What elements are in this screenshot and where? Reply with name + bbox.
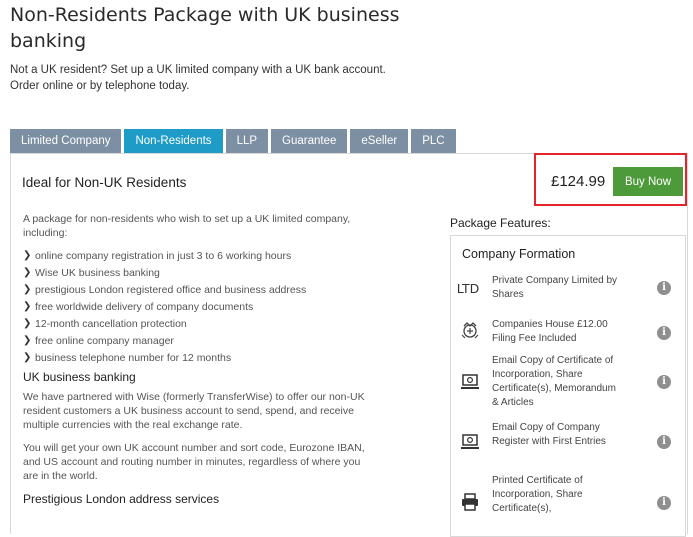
list-item: ❯ online company registration in just 3 t… bbox=[23, 250, 292, 262]
company-formation-title: Company Formation bbox=[462, 247, 576, 261]
chevron-right-icon: ❯ bbox=[23, 352, 32, 363]
tab-non-residents[interactable]: Non-Residents bbox=[124, 129, 223, 153]
intro-text: A package for non-residents who wish to … bbox=[23, 213, 351, 239]
info-icon[interactable]: i bbox=[657, 375, 671, 389]
price-highlight-box: £124.99 Buy Now bbox=[534, 153, 687, 206]
info-icon[interactable]: i bbox=[657, 281, 671, 295]
buy-now-button[interactable]: Buy Now bbox=[613, 167, 683, 196]
chevron-right-icon: ❯ bbox=[23, 335, 32, 346]
list-item: ❯ business telephone number for 12 months bbox=[23, 352, 232, 364]
chevron-right-icon: ❯ bbox=[23, 318, 32, 329]
info-icon[interactable]: i bbox=[657, 435, 671, 449]
chevron-right-icon: ❯ bbox=[23, 267, 32, 278]
package-features-box: Company Formation LTD Private Company Li… bbox=[450, 235, 686, 537]
tab-llp[interactable]: LLP bbox=[225, 129, 269, 153]
email-document-icon bbox=[455, 433, 485, 456]
crest-icon bbox=[455, 320, 485, 345]
panel-title: Ideal for Non-UK Residents bbox=[22, 175, 187, 190]
chevron-right-icon: ❯ bbox=[23, 301, 32, 312]
tab-plc[interactable]: PLC bbox=[411, 129, 456, 153]
page-header: Non-Residents Package with UK business ba… bbox=[10, 2, 470, 94]
list-item: ❯ prestigious London registered office an… bbox=[23, 284, 307, 296]
list-item: ❯ free worldwide delivery of company docu… bbox=[23, 301, 254, 313]
feature-list: ❯ online company registration in just 3 t… bbox=[23, 249, 365, 365]
chevron-right-icon: ❯ bbox=[23, 250, 32, 261]
tab-limited-company[interactable]: Limited Company bbox=[10, 129, 122, 153]
chevron-right-icon: ❯ bbox=[23, 284, 32, 295]
package-description: A package for non-residents who wish to … bbox=[23, 212, 365, 512]
package-panel: Ideal for Non-UK Residents £124.99 Buy N… bbox=[10, 153, 688, 537]
banking-paragraph: You will get your own UK account number … bbox=[23, 442, 365, 482]
ltd-icon: LTD bbox=[456, 281, 480, 296]
banking-heading: UK business banking bbox=[23, 370, 136, 384]
package-tabs: Limited Company Non-Residents LLP Guaran… bbox=[10, 129, 459, 153]
london-address-heading: Prestigious London address services bbox=[23, 492, 220, 506]
banking-paragraph: We have partnered with Wise (formerly Tr… bbox=[23, 391, 365, 431]
list-item: ❯ free online company manager bbox=[23, 335, 174, 347]
tab-eseller[interactable]: eSeller bbox=[350, 129, 409, 153]
tab-guarantee[interactable]: Guarantee bbox=[271, 129, 348, 153]
page-subtitle: Not a UK resident? Set up a UK limited c… bbox=[10, 64, 386, 92]
info-icon[interactable]: i bbox=[657, 496, 671, 510]
list-item: ❯ Wise UK business banking bbox=[23, 267, 160, 279]
info-icon[interactable]: i bbox=[657, 326, 671, 340]
printer-icon bbox=[455, 492, 485, 517]
page-title: Non-Residents Package with UK business ba… bbox=[10, 4, 400, 52]
email-document-icon bbox=[455, 373, 485, 396]
package-price: £124.99 bbox=[551, 173, 606, 190]
list-item: ❯ 12-month cancellation protection bbox=[23, 318, 187, 330]
package-features-label: Package Features: bbox=[450, 216, 551, 230]
